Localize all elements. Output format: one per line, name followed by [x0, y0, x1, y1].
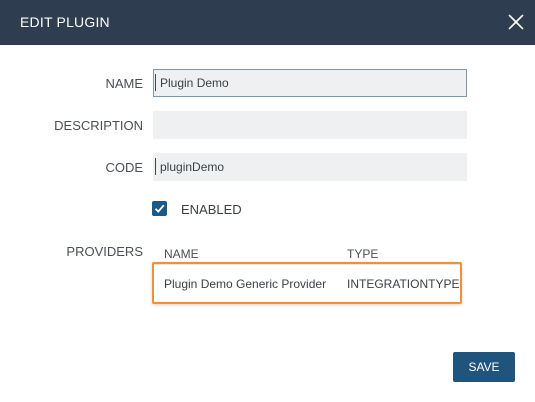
check-icon	[154, 204, 165, 213]
provider-type-cell: INTEGRATIONTYPE	[347, 277, 460, 291]
enabled-checkbox[interactable]	[152, 201, 167, 216]
text-caret	[155, 74, 156, 91]
code-label: CODE	[105, 160, 143, 175]
description-input[interactable]	[153, 111, 467, 139]
provider-row[interactable]: Plugin Demo Generic Provider INTEGRATION…	[152, 262, 462, 304]
name-label: NAME	[105, 76, 143, 91]
name-input-value: Plugin Demo	[160, 76, 229, 90]
description-label: DESCRIPTION	[54, 118, 143, 133]
code-input-value: pluginDemo	[160, 160, 225, 174]
providers-column-name: NAME	[164, 247, 199, 261]
dialog-header: EDIT PLUGIN	[0, 0, 535, 45]
save-button[interactable]: SAVE	[453, 352, 515, 382]
code-input[interactable]: pluginDemo	[153, 153, 467, 181]
enabled-label: ENABLED	[181, 202, 242, 217]
providers-column-type: TYPE	[347, 247, 379, 261]
text-caret	[155, 158, 156, 175]
providers-label: PROVIDERS	[66, 244, 143, 259]
name-input[interactable]: Plugin Demo	[153, 69, 467, 97]
dialog-title: EDIT PLUGIN	[20, 14, 110, 30]
close-icon[interactable]	[505, 11, 527, 33]
provider-name-cell: Plugin Demo Generic Provider	[164, 277, 327, 291]
